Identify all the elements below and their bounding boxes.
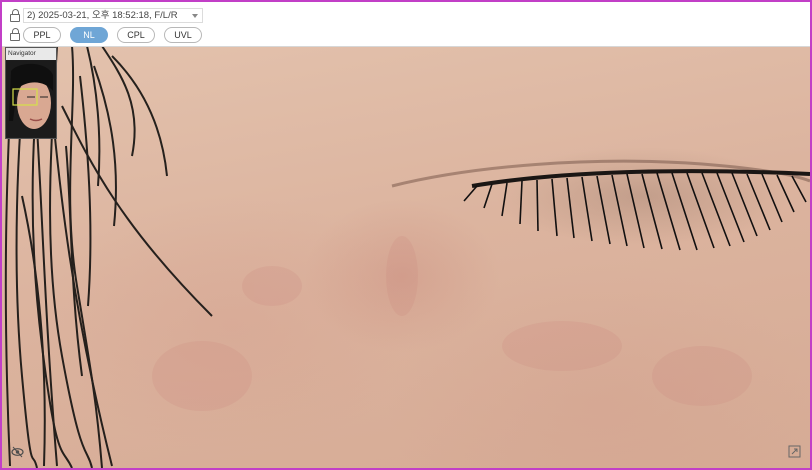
eyelashes xyxy=(463,172,807,251)
mode-nl-button[interactable]: NL xyxy=(70,27,108,43)
viewer-window: 2) 2025-03-21, 오후 18:52:18, F/L/R PPL NL… xyxy=(0,0,812,470)
toolbar: 2) 2025-03-21, 오후 18:52:18, F/L/R PPL NL… xyxy=(2,2,810,47)
lock-icon[interactable] xyxy=(10,9,20,22)
mode-uvl-button[interactable]: UVL xyxy=(164,27,202,43)
navigator-thumbnail[interactable] xyxy=(7,61,55,137)
expand-icon[interactable] xyxy=(788,445,801,458)
navigator-panel[interactable]: Navigator xyxy=(5,47,57,139)
session-value: 2) 2025-03-21, 오후 18:52:18, F/L/R xyxy=(27,10,178,21)
chevron-down-icon xyxy=(192,14,198,18)
eye-toggle-icon[interactable] xyxy=(11,445,24,458)
navigator-title: Navigator xyxy=(6,48,56,60)
skin-photo-drawing xyxy=(4,46,810,468)
session-dropdown[interactable]: 2) 2025-03-21, 오후 18:52:18, F/L/R xyxy=(23,8,203,23)
redness-spots xyxy=(152,236,752,411)
mode-cpl-button[interactable]: CPL xyxy=(117,27,155,43)
lock-icon[interactable] xyxy=(10,28,20,41)
mode-ppl-button[interactable]: PPL xyxy=(23,27,61,43)
skin-photo[interactable] xyxy=(2,46,810,468)
